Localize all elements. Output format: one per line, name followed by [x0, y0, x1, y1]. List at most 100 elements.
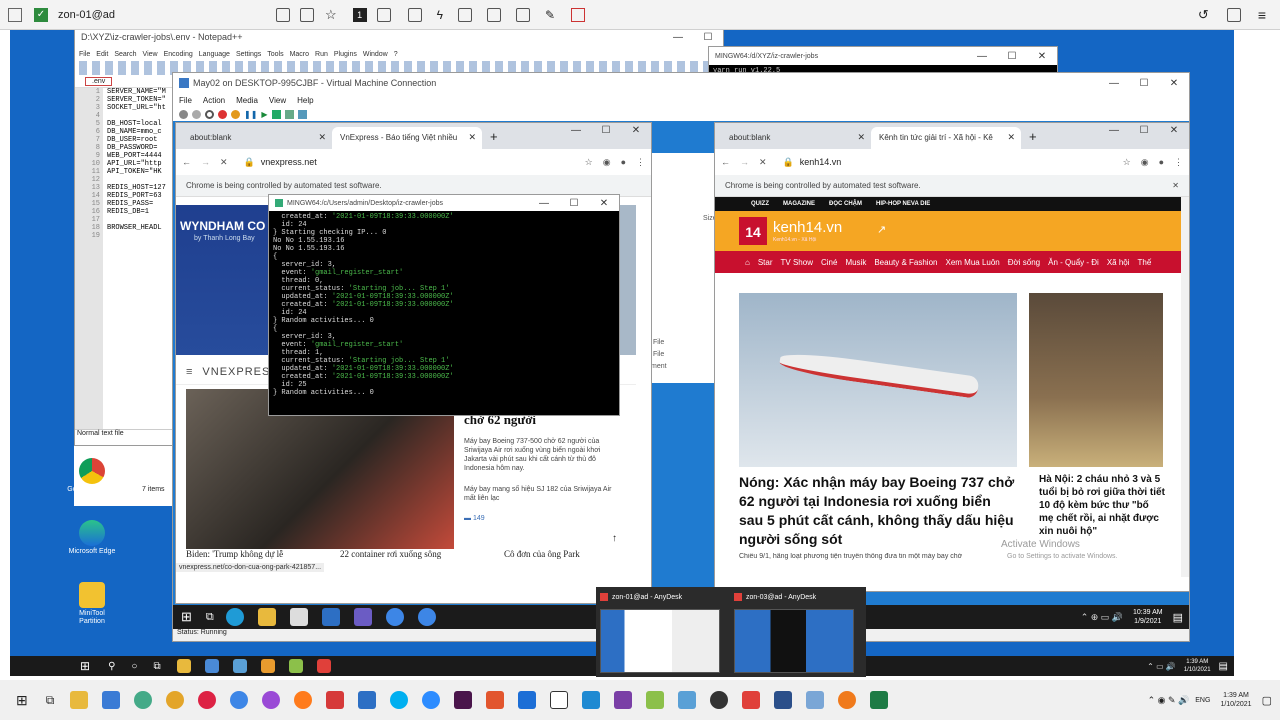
store-icon[interactable] [289, 608, 308, 626]
vscode-icon[interactable] [582, 691, 601, 709]
edge-icon[interactable] [225, 608, 244, 626]
app-icon[interactable] [614, 691, 633, 709]
window-icon[interactable] [516, 7, 531, 22]
minimize-button[interactable]: — [1099, 125, 1129, 136]
menu-icon[interactable]: ≡ [1258, 7, 1266, 23]
powershell-icon[interactable] [774, 691, 793, 709]
maximize-button[interactable]: ☐ [997, 51, 1027, 62]
maximize-button[interactable]: ☐ [559, 198, 589, 209]
nav-item[interactable]: Musik [845, 258, 866, 267]
menu-help[interactable]: Help [297, 96, 313, 105]
headline-link[interactable]: Biden: 'Trump không dự lễ [186, 549, 326, 559]
hamburger-icon[interactable]: ≡ [186, 366, 192, 378]
stop-icon[interactable]: ✕ [759, 157, 767, 168]
side-headline[interactable]: Hà Nội: 2 cháu nhỏ 3 và 5 tuổi bị bỏ rơi… [1039, 473, 1165, 538]
close-icon[interactable]: ✕ [1172, 181, 1179, 190]
menu-edit[interactable]: Edit [96, 51, 108, 58]
remote-desktop[interactable]: D:\XYZ\iz-crawler-jobs\.env - Notepad++ … [10, 30, 1234, 676]
action-icon[interactable]: ϟ [437, 8, 443, 22]
notification-icon[interactable]: ▢ [1262, 694, 1272, 707]
minimize-button[interactable]: — [967, 51, 997, 62]
close-button[interactable]: ✕ [589, 198, 619, 209]
home-icon[interactable]: ⌂ [745, 258, 750, 267]
lead-headline[interactable]: Nóng: Xác nhận máy bay Boeing 737 chở 62… [739, 473, 1017, 549]
tab-about-blank[interactable]: about:blank ✕ [721, 127, 871, 149]
vm-icon[interactable] [232, 659, 247, 673]
menu-search[interactable]: Search [114, 51, 136, 58]
desktop-icon-edge[interactable]: Microsoft Edge [66, 520, 118, 556]
menu-help[interactable]: ? [394, 51, 398, 58]
check-icon[interactable]: ✓ [34, 7, 48, 22]
forward-icon[interactable]: → [740, 157, 749, 167]
more-icon[interactable]: ⋮ [636, 157, 645, 168]
chrome-icon[interactable] [262, 691, 281, 709]
close-button[interactable]: ✕ [1159, 125, 1189, 136]
start-button[interactable]: ⊞ [181, 609, 192, 625]
editor-line[interactable] [107, 112, 166, 120]
history-icon[interactable]: ↺ [1198, 7, 1209, 23]
back-icon[interactable]: ← [182, 157, 191, 167]
tab-vnexpress[interactable]: VnExpress - Báo tiếng Việt nhiều ✕ [332, 127, 482, 149]
close-icon[interactable]: ✕ [1007, 132, 1015, 143]
related-link[interactable]: Máy bay mang số hiệu SJ 182 của Sriwijay… [464, 485, 614, 503]
profile-icon[interactable]: ● [1159, 157, 1164, 167]
scrollbar[interactable] [1181, 197, 1189, 577]
skype-icon[interactable] [390, 691, 409, 709]
maximize-button[interactable]: ☐ [1129, 125, 1159, 136]
editor-line[interactable]: REDIS_HOST=127 [107, 184, 166, 192]
maximize-button[interactable]: ☐ [591, 125, 621, 136]
children-photo[interactable] [1029, 293, 1163, 467]
nav-item[interactable]: Thế [1138, 258, 1152, 267]
pen-icon[interactable]: ✎ [545, 8, 555, 22]
firefox-icon[interactable] [294, 691, 313, 709]
chat-icon[interactable] [407, 7, 422, 22]
zoom-icon[interactable] [422, 691, 441, 709]
menu-action[interactable]: Action [203, 96, 225, 105]
store-icon[interactable] [204, 659, 219, 673]
display-one-icon[interactable]: 1 [352, 7, 367, 22]
vm-titlebar[interactable]: May02 on DESKTOP-995CJBF - Virtual Machi… [173, 73, 1189, 93]
close-icon[interactable]: ✕ [857, 132, 865, 143]
notion-icon[interactable] [550, 691, 569, 709]
maximize-button[interactable]: ☐ [693, 32, 723, 43]
scroll-top-button[interactable]: ↑ [612, 533, 617, 544]
mini-icon[interactable]: ⟂ Ne [146, 454, 176, 466]
git-icon[interactable] [260, 659, 275, 673]
minimize-button[interactable]: — [529, 198, 559, 209]
minimize-button[interactable]: — [561, 125, 591, 136]
page-content[interactable]: QUIZZ MAGAZINE ĐỌC CHẬM HIP-HOP NEVA DIE… [715, 197, 1189, 591]
ctrl-alt-del-icon[interactable] [179, 109, 188, 119]
app-icon[interactable] [806, 691, 825, 709]
nav-item[interactable]: Beauty & Fashion [874, 258, 937, 267]
back-icon[interactable]: ← [721, 157, 730, 167]
menu-tools[interactable]: Tools [267, 51, 283, 58]
language-indicator[interactable]: ENG [1195, 697, 1210, 704]
search-icon[interactable]: ⚲ [108, 661, 115, 672]
editor-text[interactable]: SERVER_NAME="M SERVER_TOKEN=" SOCKET_URL="… [103, 88, 166, 232]
file-icon[interactable] [376, 7, 391, 22]
play-icon[interactable]: ▶ [261, 110, 267, 119]
task-view-icon[interactable]: ⧉ [153, 661, 160, 672]
app-icon[interactable] [838, 691, 857, 709]
tray-icons[interactable]: ⌃ ◉ ✎ 🔊 [1148, 695, 1190, 706]
mail-icon[interactable] [321, 608, 340, 626]
screen-icon[interactable] [487, 7, 502, 22]
task-view-icon[interactable]: ⧉ [206, 611, 214, 624]
bookmark-star-icon[interactable]: ☆ [585, 157, 593, 168]
editor-line[interactable]: SERVER_NAME="M [107, 88, 166, 96]
menu-run[interactable]: Run [315, 51, 328, 58]
app-icon[interactable] [358, 691, 377, 709]
headline-link[interactable]: 22 container rơi xuống sông [340, 549, 490, 559]
star-icon[interactable]: ☆ [325, 7, 337, 23]
topnav-item[interactable]: ĐỌC CHẬM [829, 201, 862, 207]
desktop-icon-minitool[interactable]: MiniTool Partition [66, 582, 118, 626]
nav-item[interactable]: Ăn - Quẩy - Đi [1048, 258, 1099, 267]
start-button[interactable]: ⊞ [16, 692, 28, 709]
notepad-icon[interactable] [288, 659, 303, 673]
menu-settings[interactable]: Settings [236, 51, 261, 58]
chrome-icon[interactable] [134, 691, 153, 709]
editor-line[interactable] [107, 216, 166, 224]
nav-item[interactable]: Star [758, 258, 773, 267]
editor-line[interactable]: REDIS_DB=1 [107, 208, 166, 216]
close-button[interactable]: ✕ [1159, 78, 1189, 89]
